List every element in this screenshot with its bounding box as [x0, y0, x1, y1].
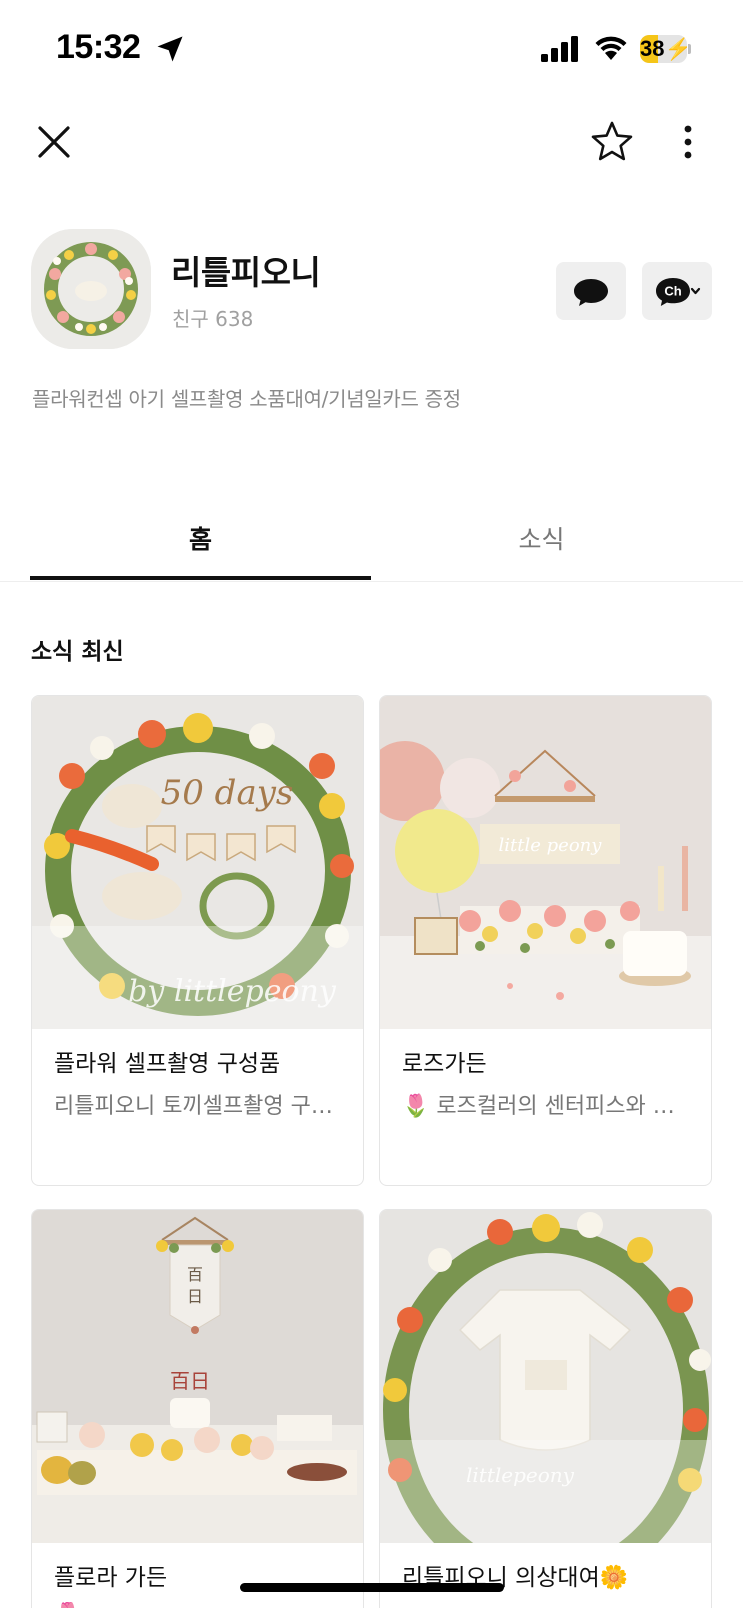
- post-card-2[interactable]: little peony 로즈가든 🌷 로즈컬러의 센터피스와 꽃장식: [379, 695, 712, 1186]
- close-icon[interactable]: [30, 118, 78, 166]
- profile-wreath-image: [31, 229, 151, 349]
- active-tab-indicator: [30, 576, 371, 580]
- svg-text:littlepeony: littlepeony: [466, 1463, 575, 1487]
- battery-body: 38⚡: [640, 35, 687, 63]
- battery-percentage: 38⚡: [640, 36, 687, 61]
- post-subtitle: 🌷: [54, 1602, 344, 1608]
- friends-count: 친구 638: [172, 303, 253, 332]
- post-thumbnail-4: littlepeony: [380, 1210, 711, 1543]
- svg-text:little peony: little peony: [499, 835, 603, 856]
- profile-name: 리틀피오니: [171, 253, 321, 292]
- svg-text:百: 百: [187, 1265, 203, 1284]
- cellular-signal-icon: [541, 36, 578, 62]
- post-card-3[interactable]: 百 日 百日 플로라 가든 🌷: [31, 1209, 364, 1608]
- svg-text:日: 日: [187, 1287, 203, 1306]
- post-title: 로즈가든: [402, 1051, 487, 1077]
- tab-home[interactable]: 홈: [30, 520, 371, 560]
- tab-bar: 홈 소식: [0, 500, 743, 582]
- section-title: 소식 최신: [31, 639, 124, 665]
- wifi-icon: [595, 36, 627, 60]
- chat-button[interactable]: [556, 262, 626, 320]
- battery-cap: [688, 44, 691, 54]
- friends-number: 638: [215, 307, 254, 331]
- chat-bubble-icon: [574, 279, 608, 306]
- channel-badge-text: Ch: [664, 284, 681, 299]
- post-thumbnail-2: little peony: [380, 696, 711, 1029]
- location-arrow-icon: [157, 36, 183, 62]
- post-title: 플로라 가든: [54, 1565, 168, 1591]
- channel-dropdown-button[interactable]: Ch: [642, 262, 712, 320]
- status-bar: 15:32 38⚡: [0, 0, 743, 100]
- chevron-down-icon: [690, 287, 701, 295]
- home-indicator[interactable]: [240, 1583, 504, 1592]
- more-vertical-icon[interactable]: [668, 118, 708, 166]
- svg-text:by littlepeony: by littlepeony: [128, 974, 337, 1009]
- post-subtitle: 🌷 로즈컬러의 센터피스와 꽃장식: [402, 1094, 692, 1119]
- post-subtitle: 리틀피오니 토끼셀프촬영 구성품: [54, 1094, 344, 1119]
- post-thumbnail-3: 百 日 百日: [32, 1210, 363, 1543]
- profile-avatar[interactable]: [31, 229, 151, 349]
- status-time: 15:32: [56, 28, 141, 66]
- svg-text:百日: 百日: [170, 1369, 210, 1393]
- svg-text:50 days: 50 days: [161, 773, 294, 813]
- friends-label: 친구: [172, 307, 209, 331]
- battery-charging-icon: 38⚡: [640, 35, 692, 63]
- post-card-1[interactable]: 50 days by littlepeony 플라워 셀프촬영 구성품 리틀피오…: [31, 695, 364, 1186]
- profile-description: 플라워컨셉 아기 셀프촬영 소품대여/기념일카드 증정: [32, 387, 461, 411]
- channel-badge-icon: Ch: [656, 278, 701, 306]
- post-thumbnail-1: 50 days by littlepeony: [32, 696, 363, 1029]
- tab-news[interactable]: 소식: [371, 520, 712, 560]
- star-icon[interactable]: [588, 118, 636, 166]
- post-card-4[interactable]: littlepeony 리틀피오니 의상대여🌼: [379, 1209, 712, 1608]
- post-title: 플라워 셀프촬영 구성품: [54, 1051, 281, 1077]
